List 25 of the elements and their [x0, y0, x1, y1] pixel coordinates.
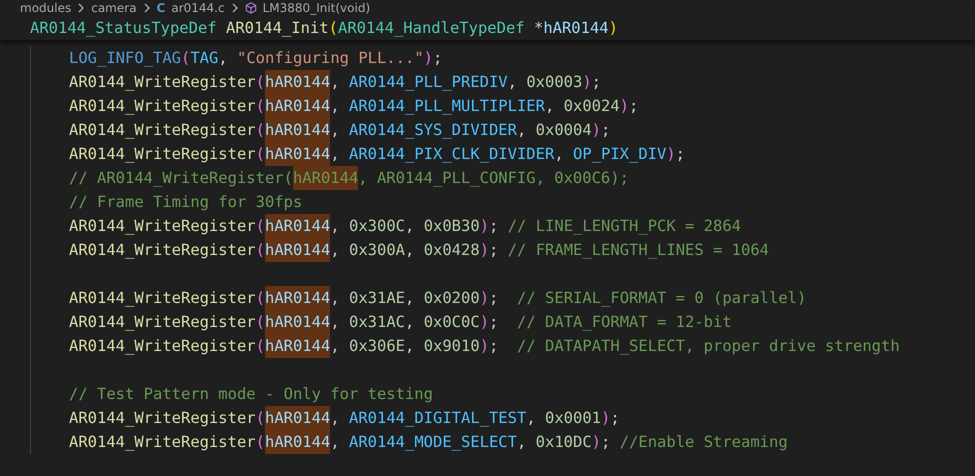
cube-icon: [244, 2, 257, 14]
breadcrumb-item[interactable]: modules: [20, 0, 72, 16]
code-line: // AR0144_WriteRegister(hAR0144, AR0144_PLL_CONFIG, 0x00C6);: [69, 169, 629, 187]
code-line: AR0144_WriteRegister(hAR0144, AR0144_PLL_MULTIPLIER, 0x0024);: [69, 97, 638, 115]
breadcrumb-item[interactable]: LM3880_Init(void): [262, 0, 370, 16]
breadcrumb-item[interactable]: ar0144.c: [171, 0, 225, 16]
chevron-icon: [77, 3, 86, 13]
chevron-icon: [230, 3, 239, 13]
code-line: AR0144_WriteRegister(hAR0144, AR0144_PLL_PREDIV, 0x0003);: [69, 73, 602, 91]
code-line: AR0144_WriteRegister(hAR0144, 0x31AE, 0x0200); // SERIAL_FORMAT = 0 (parallel): [69, 289, 806, 307]
code-line: // Test Pattern mode - Only for testing: [69, 385, 433, 403]
code-line: AR0144_WriteRegister(hAR0144, 0x306E, 0x9010); // DATAPATH_SELECT, proper drive strength: [69, 337, 900, 355]
code-line: LOG_INFO_TAG(TAG, "Configuring PLL...");: [69, 49, 442, 67]
code-line: // Frame Timing for 30fps: [69, 193, 302, 211]
code-line: AR0144_WriteRegister(hAR0144, 0x300A, 0x0428); // FRAME_LENGTH_LINES = 1064: [69, 241, 770, 259]
code-line: AR0144_WriteRegister(hAR0144, AR0144_SYS_DIVIDER, 0x0004);: [69, 121, 610, 139]
code-line: AR0144_WriteRegister(hAR0144, 0x31AC, 0x0C0C); // DATA_FORMAT = 12-bit: [69, 313, 732, 331]
chevron-icon: [142, 3, 151, 13]
code-line: AR0144_WriteRegister(hAR0144, AR0144_DIGITAL_TEST, 0x0001);: [69, 409, 620, 427]
code-line: AR0144_WriteRegister(hAR0144, 0x300C, 0x0B30); // LINE_LENGTH_PCK = 2864: [69, 217, 742, 235]
code-line: AR0144_WriteRegister(hAR0144, AR0144_PIX_CLK_DIVIDER, OP_PIX_DIV);: [69, 145, 686, 163]
code-line: AR0144_WriteRegister(hAR0144, AR0144_MODE_SELECT, 0x10DC); //Enable Streaming: [69, 433, 788, 451]
breadcrumb-item[interactable]: camera: [91, 0, 137, 16]
c-file-icon: C: [156, 0, 166, 16]
sticky-scroll-line[interactable]: AR0144_StatusTypeDef AR0144_Init(AR0144_HandleTypeDef *hAR0144): [0, 16, 975, 40]
